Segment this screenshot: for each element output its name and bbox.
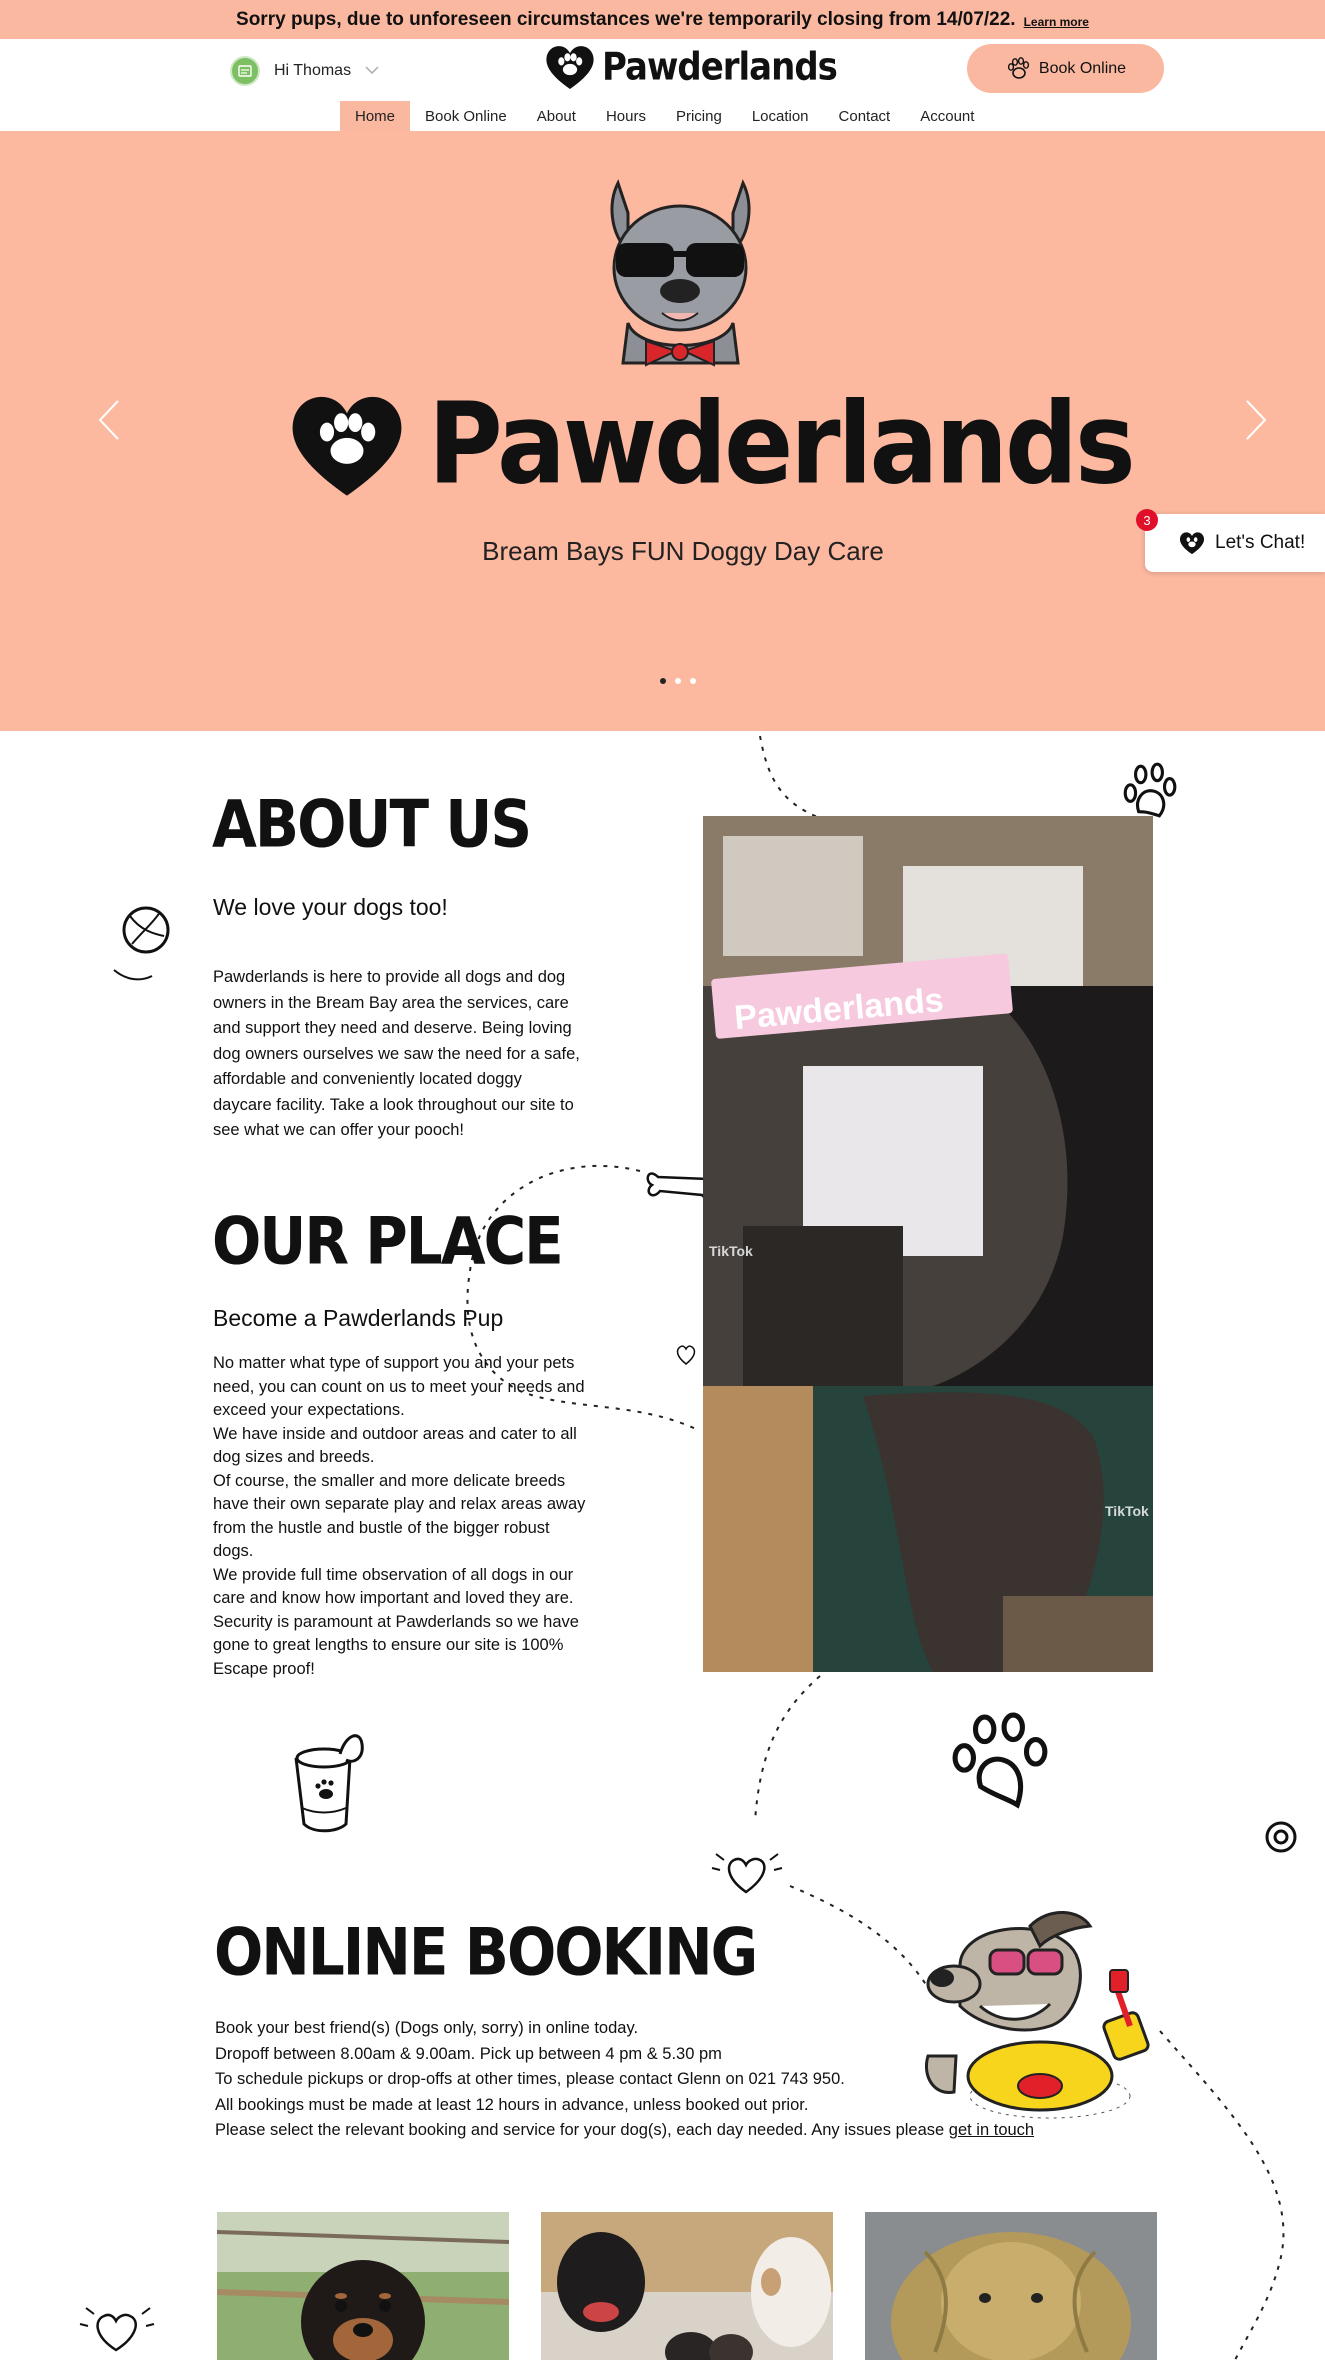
- our-place-body: No matter what type of support you and y…: [213, 1352, 653, 1681]
- chat-unread-badge: 3: [1136, 509, 1158, 531]
- beach-dog-illustration: [925, 1911, 1150, 2119]
- slide-indicator: [660, 678, 696, 684]
- logo-text: Pawderlands: [602, 44, 838, 90]
- big-paw-doodle-icon: [952, 1712, 1048, 1809]
- our-place-line: Security is paramount at Pawderlands so …: [213, 1612, 579, 1631]
- next-slide-arrow[interactable]: [1245, 399, 1267, 451]
- target-doodle-icon: [1265, 1821, 1297, 1853]
- nav-item-location[interactable]: Location: [737, 101, 824, 131]
- our-place-line: dogs.: [213, 1542, 254, 1560]
- about-line: dog owners ourselves we saw the need for…: [213, 1044, 580, 1063]
- our-place-line: need, you can count on us to meet your n…: [213, 1377, 585, 1396]
- avatar: [230, 56, 260, 86]
- booking-card[interactable]: [541, 2212, 833, 2360]
- chevron-down-icon: [365, 62, 379, 80]
- our-place-line: gone to great lengths to ensure our site…: [213, 1636, 564, 1654]
- our-place-line: care and know how important and loved th…: [213, 1589, 574, 1607]
- slide-dot-3[interactable]: [690, 678, 696, 684]
- slide-dot-2[interactable]: [675, 678, 681, 684]
- card-image-puppy: [217, 2212, 509, 2360]
- ball-doodle-icon: [113, 906, 170, 981]
- chat-label: Let's Chat!: [1215, 532, 1306, 553]
- user-greeting: Hi Thomas: [274, 62, 352, 79]
- our-place-line: from the hustle and bustle of the bigger…: [213, 1518, 550, 1537]
- booking-heading: ONLINE BOOKING: [214, 1914, 758, 1991]
- about-heading: ABOUT US: [212, 786, 532, 863]
- our-place-line: Escape proof!: [213, 1659, 315, 1678]
- our-place-line: have their own separate play and relax a…: [213, 1495, 586, 1513]
- nav-item-about[interactable]: About: [522, 101, 591, 131]
- hero-logo: Pawderlands: [288, 379, 1136, 510]
- nav-item-hours[interactable]: Hours: [591, 101, 661, 131]
- our-place-line: We have inside and outdoor areas and cat…: [213, 1424, 577, 1443]
- paw-icon: [1007, 56, 1030, 79]
- heart-doodle-icon: [79, 2307, 155, 2352]
- small-heart-icon: [676, 1345, 696, 1365]
- hero-title: Pawderlands: [428, 379, 1136, 510]
- nav-item-pricing[interactable]: Pricing: [661, 101, 737, 131]
- nav-item-home[interactable]: Home: [340, 101, 411, 131]
- book-online-label: Book Online: [1038, 59, 1127, 77]
- site-logo[interactable]: Pawderlands: [544, 44, 838, 90]
- booking-card[interactable]: [865, 2212, 1157, 2360]
- paw-outline-icon: [1123, 762, 1177, 818]
- nav-item-book-online[interactable]: Book Online: [410, 101, 522, 131]
- learn-more-link[interactable]: Learn more: [1024, 15, 1089, 29]
- our-place-line: dog sizes and breeds.: [213, 1448, 375, 1466]
- video-frame: Pawderlands TikTok TikTok: [703, 816, 1153, 1672]
- heart-paw-icon: [292, 396, 402, 496]
- heart-paw-icon: [1179, 532, 1205, 555]
- tiktok-watermark: TikTok: [1105, 1503, 1149, 1519]
- our-place-heading: OUR PLACE: [212, 1203, 564, 1280]
- tiktok-watermark: TikTok: [709, 1243, 753, 1259]
- about-line: Pawderlands is here to provide all dogs …: [213, 968, 566, 986]
- about-subheading: We love your dogs too!: [213, 894, 448, 920]
- book-online-button[interactable]: Book Online: [967, 44, 1164, 93]
- user-menu[interactable]: Hi Thomas: [230, 56, 379, 86]
- about-line: owners in the Bream Bay area the service…: [213, 993, 569, 1012]
- nav-item-account[interactable]: Account: [905, 101, 989, 131]
- our-place-line: No matter what type of support you and y…: [213, 1354, 575, 1372]
- bulldog-mascot-illustration: [610, 179, 751, 367]
- announcement-message: Sorry pups, due to unforeseen circumstan…: [236, 8, 1016, 30]
- chat-widget[interactable]: Let's Chat!: [1145, 514, 1325, 572]
- our-place-line: Of course, the smaller and more delicate…: [213, 1471, 566, 1490]
- about-body: Pawderlands is here to provide all dogs …: [213, 965, 633, 1144]
- card-image-dogs: [541, 2212, 833, 2360]
- prev-slide-arrow[interactable]: [98, 399, 120, 451]
- food-can-doodle-icon: [294, 1734, 364, 1833]
- about-line: and support they need and deserve. Being…: [213, 1019, 572, 1037]
- booking-last-line: Please select the relevant booking and s…: [215, 2121, 949, 2139]
- about-line: affordable and conveniently located dogg…: [213, 1070, 522, 1088]
- our-place-subheading: Become a Pawderlands Pup: [213, 1305, 504, 1331]
- nav-item-contact[interactable]: Contact: [824, 101, 906, 131]
- card-image-wet-dog: [865, 2212, 1157, 2360]
- heart-doodle-icon: [711, 1853, 783, 1894]
- our-place-line: We provide full time observation of all …: [213, 1565, 574, 1584]
- booking-card[interactable]: [217, 2212, 509, 2360]
- our-place-line: exceed your expectations.: [213, 1401, 405, 1419]
- announcement-bar: Sorry pups, due to unforeseen circumstan…: [0, 0, 1325, 39]
- heart-paw-icon: [546, 46, 594, 89]
- slide-dot-1[interactable]: [660, 678, 666, 684]
- about-line: daycare facility. Take a look throughout…: [213, 1095, 574, 1114]
- main-nav: Home Book Online About Hours Pricing Loc…: [340, 101, 989, 131]
- about-line: see what we can offer your pooch!: [213, 1121, 465, 1139]
- hero-tagline: Bream Bays FUN Doggy Day Care: [482, 536, 884, 566]
- tiktok-video-player[interactable]: Pawderlands TikTok TikTok: [703, 816, 1153, 1672]
